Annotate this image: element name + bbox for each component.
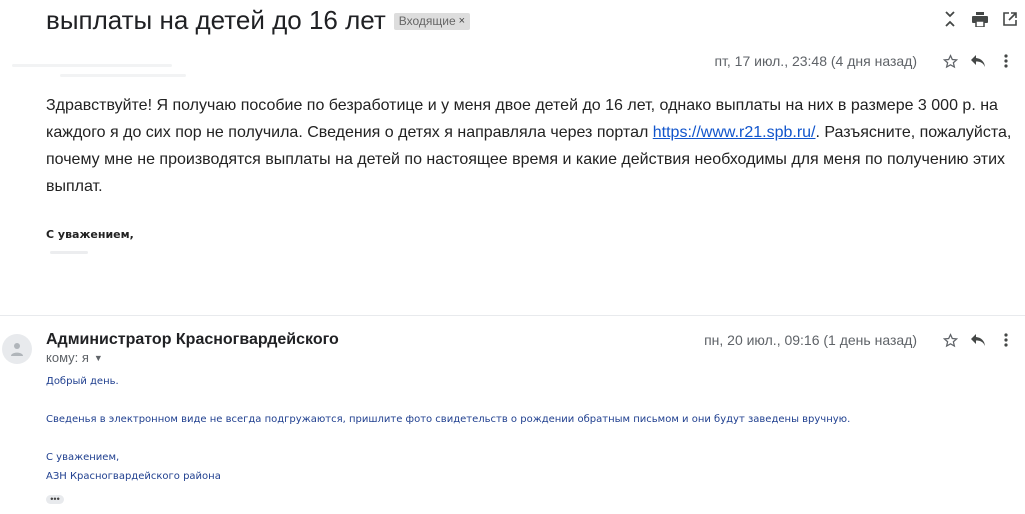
redacted-signature-name — [50, 251, 88, 254]
message2-text: Сведенья в электронном виде не всегда по… — [46, 414, 851, 425]
message2-closing: С уважением, — [46, 452, 120, 463]
message1-date: пт, 17 июл., 23:48 (4 дня назад) — [714, 53, 917, 69]
message2-date: пн, 20 июл., 09:16 (1 день назад) — [704, 332, 917, 348]
message2-sender[interactable]: Администратор Красногвардейского — [46, 331, 339, 349]
reply-icon[interactable] — [969, 331, 987, 349]
thread-subject: выплаты на детей до 16 лет — [46, 4, 386, 35]
print-icon[interactable] — [971, 10, 989, 28]
avatar — [2, 334, 32, 364]
reply-icon[interactable] — [969, 52, 987, 70]
portal-link[interactable]: https://www.r21.spb.ru/ — [653, 124, 816, 141]
more-options-icon[interactable] — [997, 52, 1015, 70]
inbox-label-chip[interactable]: Входящие × — [393, 13, 471, 30]
message-divider — [0, 315, 1025, 316]
message1-meta: пт, 17 июл., 23:48 (4 дня назад) — [714, 52, 1015, 70]
star-icon[interactable] — [941, 52, 959, 70]
redacted-recipient — [60, 74, 186, 77]
star-icon[interactable] — [941, 331, 959, 349]
message1-body: Здравствуйте! Я получаю пособие по безра… — [46, 92, 1016, 200]
subject-row: выплаты на детей до 16 лет Входящие × — [46, 2, 471, 38]
show-trimmed-content-button[interactable]: ••• — [46, 495, 64, 504]
thread-toolbar — [941, 10, 1019, 28]
message2-meta: пн, 20 июл., 09:16 (1 день назад) — [704, 331, 1015, 349]
open-new-window-icon[interactable] — [1001, 10, 1019, 28]
message2-recipients[interactable]: кому: я ▼ — [46, 350, 103, 365]
person-icon — [11, 343, 23, 356]
recipient-details-caret-icon[interactable]: ▼ — [94, 353, 103, 363]
recipient-text: кому: я — [46, 350, 89, 365]
message2-greeting: Добрый день. — [46, 376, 119, 387]
redacted-sender — [12, 64, 172, 67]
remove-label-icon[interactable]: × — [459, 15, 465, 27]
inbox-label-text: Входящие — [398, 14, 456, 28]
message2-org: АЗН Красногвардейского района — [46, 471, 221, 482]
message1-signature: С уважением, — [46, 228, 134, 241]
collapse-all-icon[interactable] — [941, 10, 959, 28]
more-options-icon[interactable] — [997, 331, 1015, 349]
